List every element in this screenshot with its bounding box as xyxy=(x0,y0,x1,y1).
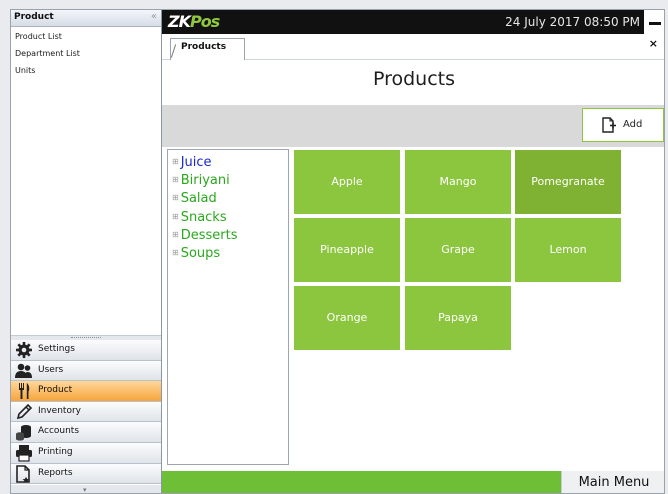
tab-edge xyxy=(170,44,177,58)
left-panel: Product « Product List Department List U… xyxy=(11,10,162,493)
module-settings[interactable]: Settings xyxy=(11,340,161,361)
category-item-salad[interactable]: ⊞ Salad xyxy=(168,189,288,207)
app-window: Product « Product List Department List U… xyxy=(10,9,665,494)
expand-icon[interactable]: ⊞ xyxy=(172,175,179,184)
tab-products[interactable]: Products xyxy=(170,38,245,60)
main-menu-button[interactable]: Main Menu xyxy=(561,471,664,493)
expand-down-icon[interactable]: ▾ xyxy=(83,486,87,493)
printer-icon xyxy=(16,444,32,462)
product-tile-pineapple[interactable]: Pineapple xyxy=(294,218,400,282)
sub-nav-list: Product List Department List Units xyxy=(11,28,161,79)
module-inventory[interactable]: Inventory xyxy=(11,401,161,423)
logo-zk: ZK xyxy=(168,12,191,31)
category-label: Salad xyxy=(180,191,217,207)
category-item-biriyani[interactable]: ⊞ Biriyani xyxy=(168,171,288,189)
close-tab-icon[interactable]: × xyxy=(649,37,658,50)
splitter-grip xyxy=(71,337,101,339)
sub-nav-item-units[interactable]: Units xyxy=(11,62,161,79)
top-bar: ZKPos 24 July 2017 08:50 PM xyxy=(162,10,664,34)
sub-nav-item-department-list[interactable]: Department List xyxy=(11,45,161,62)
fork-knife-icon xyxy=(19,383,30,400)
module-product[interactable]: Product xyxy=(11,381,161,402)
coins-icon xyxy=(16,425,31,441)
add-document-icon xyxy=(602,117,616,133)
tab-label: Products xyxy=(181,42,227,52)
logo-pos: Pos xyxy=(190,12,220,31)
minimize-icon xyxy=(649,22,661,25)
minimize-button[interactable] xyxy=(644,10,664,34)
product-tile-pomegranate[interactable]: Pomegranate xyxy=(515,150,621,214)
category-label: Biriyani xyxy=(180,173,230,189)
product-tile-mango[interactable]: Mango xyxy=(405,150,511,214)
category-item-snacks[interactable]: ⊞ Snacks xyxy=(168,208,288,226)
module-accounts[interactable]: Accounts xyxy=(11,422,161,443)
product-tile-grape[interactable]: Grape xyxy=(405,218,511,282)
toolbar: Add xyxy=(162,105,664,147)
collapse-icon[interactable]: « xyxy=(151,11,157,22)
left-panel-title: Product xyxy=(14,12,54,22)
category-item-juice[interactable]: ⊞ Juice xyxy=(168,153,288,171)
users-icon xyxy=(15,363,32,378)
datetime-label: 24 July 2017 08:50 PM xyxy=(505,15,640,29)
module-label: Settings xyxy=(38,344,75,354)
pencil-icon xyxy=(16,403,33,419)
expand-icon[interactable]: ⊞ xyxy=(172,212,179,221)
module-label: Accounts xyxy=(38,426,80,437)
category-label: Juice xyxy=(180,155,212,170)
module-label: Printing xyxy=(38,446,73,457)
module-label: Inventory xyxy=(38,405,81,416)
expand-icon[interactable]: ⊞ xyxy=(172,193,179,202)
category-label: Desserts xyxy=(180,227,238,243)
add-button-label: Add xyxy=(623,119,643,130)
report-icon xyxy=(16,464,30,483)
category-label: Soups xyxy=(180,245,221,261)
left-panel-header: Product « xyxy=(11,10,161,27)
page-title: Products xyxy=(372,68,456,90)
expand-icon[interactable]: ⊞ xyxy=(172,157,179,166)
add-button[interactable]: Add xyxy=(582,108,664,142)
app-logo: ZKPos xyxy=(168,12,220,31)
module-printing[interactable]: Printing xyxy=(11,442,161,464)
module-label: Reports xyxy=(38,467,73,478)
expand-icon[interactable]: ⊞ xyxy=(172,248,179,257)
module-nav: Settings Users Product Inventory Account… xyxy=(11,340,161,485)
module-reports[interactable]: Reports xyxy=(11,463,161,485)
module-label: Users xyxy=(38,364,64,375)
product-tile-papaya[interactable]: Papaya xyxy=(405,286,511,350)
bottom-bar: Main Menu xyxy=(162,471,664,493)
module-users[interactable]: Users xyxy=(11,360,161,382)
module-label: Product xyxy=(38,385,73,396)
product-tile-orange[interactable]: Orange xyxy=(294,286,400,350)
product-tile-apple[interactable]: Apple xyxy=(294,150,400,214)
sub-nav-item-product-list[interactable]: Product List xyxy=(11,28,161,45)
category-item-desserts[interactable]: ⊞ Desserts xyxy=(168,226,288,244)
product-tile-lemon[interactable]: Lemon xyxy=(515,218,621,282)
expand-icon[interactable]: ⊞ xyxy=(172,230,179,239)
category-label: Snacks xyxy=(180,209,227,225)
tab-bar: Products × xyxy=(162,34,664,60)
left-panel-footer: ▾ xyxy=(11,485,161,493)
category-item-soups[interactable]: ⊞ Soups xyxy=(168,244,288,262)
category-tree: ⊞ Juice ⊞ Biriyani ⊞ Salad ⊞ Snacks ⊞ Dessert… xyxy=(167,149,289,465)
gear-icon xyxy=(16,342,32,358)
